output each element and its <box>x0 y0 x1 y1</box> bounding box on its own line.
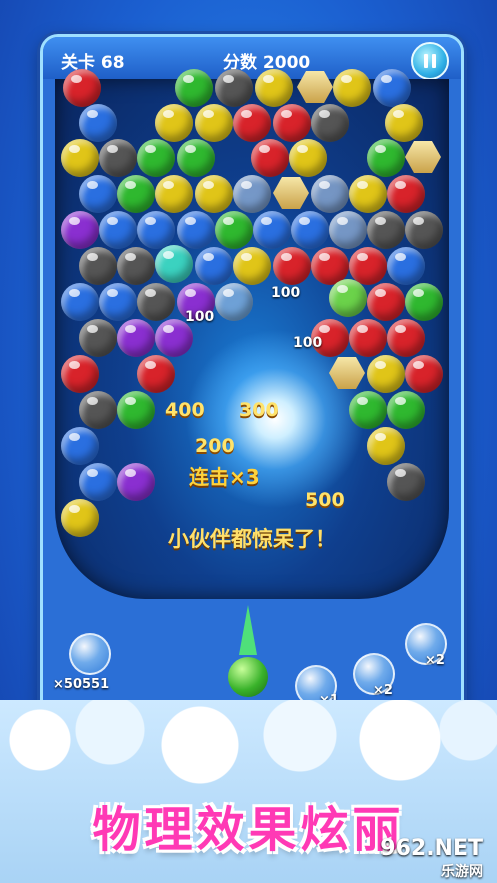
bubble-blue <box>137 211 175 249</box>
combo-label: 连击×3 <box>189 465 260 489</box>
bubble-purple <box>117 463 155 501</box>
bubble-green <box>137 139 175 177</box>
bubble-purple <box>117 319 155 357</box>
bubble-gray <box>79 247 117 285</box>
fire-count: ×2 <box>425 653 445 668</box>
bubble-gray <box>215 69 253 107</box>
bubble-blue <box>177 211 215 249</box>
bubble-gray <box>311 104 349 142</box>
rainbow-count: ×2 <box>373 683 393 698</box>
points-popup: 100 <box>271 285 301 301</box>
bubble-yellow <box>61 139 99 177</box>
bubble-red <box>63 69 101 107</box>
bubble-yellow <box>195 104 233 142</box>
gold-block <box>273 177 309 209</box>
bubble-red <box>251 139 289 177</box>
bubble-red <box>405 355 443 393</box>
bubble-blue <box>253 211 291 249</box>
bubble-green <box>215 211 253 249</box>
bubble-clear <box>215 283 253 321</box>
bubble-blue <box>79 463 117 501</box>
message-banner: 小伙伴都惊呆了！ <box>168 527 336 551</box>
watermark-bottom: 乐游网 <box>441 864 483 880</box>
bubble-gray <box>79 391 117 429</box>
bubble-blue <box>79 175 117 213</box>
bubble-gray <box>387 463 425 501</box>
monster-cyan <box>155 245 193 283</box>
bubble-blue <box>79 104 117 142</box>
shooter-bubble[interactable] <box>228 657 268 697</box>
bubble-gray <box>79 319 117 357</box>
bubble-yellow <box>195 175 233 213</box>
bubble-green <box>405 283 443 321</box>
game-board <box>55 69 449 599</box>
points-popup: 500 <box>305 489 345 511</box>
bubble-red <box>367 283 405 321</box>
bubble-gray <box>137 283 175 321</box>
game-frame: 关卡 68 分数 2000 100 100 100 400 300 200 连击… <box>40 34 464 780</box>
bubble-yellow <box>255 69 293 107</box>
bubble-yellow <box>367 427 405 465</box>
bubble-green <box>177 139 215 177</box>
level-label: 关卡 68 <box>61 53 125 73</box>
coin-count: ×50551 <box>53 677 110 692</box>
bubble-blue <box>195 247 233 285</box>
gold-block <box>405 141 441 173</box>
bubble-blue <box>387 247 425 285</box>
bubble-blue <box>61 283 99 321</box>
bubble-gray <box>117 247 155 285</box>
points-popup: 200 <box>195 435 235 457</box>
bubble-red <box>273 104 311 142</box>
bubble-gray <box>367 211 405 249</box>
bubble-red <box>233 104 271 142</box>
watermark-top: 962.NET <box>380 836 483 861</box>
bubble-yellow <box>333 69 371 107</box>
bubble-green <box>117 391 155 429</box>
bubble-red <box>387 175 425 213</box>
bubble-clear <box>311 175 349 213</box>
bubble-red <box>349 319 387 357</box>
bubble-yellow <box>349 175 387 213</box>
points-popup: 100 <box>185 309 215 325</box>
bubble-blue <box>61 427 99 465</box>
bubble-green <box>367 139 405 177</box>
aim-arrow <box>239 605 257 655</box>
bubble-yellow <box>289 139 327 177</box>
bubble-red <box>137 355 175 393</box>
bubble-blue <box>99 211 137 249</box>
bubble-green <box>175 69 213 107</box>
bubble-blue <box>373 69 411 107</box>
bubble-green <box>387 391 425 429</box>
bubble-red <box>61 355 99 393</box>
bubble-yellow <box>385 104 423 142</box>
bubble-green <box>117 175 155 213</box>
bubble-blue <box>99 283 137 321</box>
bubble-green <box>349 391 387 429</box>
bubble-yellow <box>233 247 271 285</box>
bubble-gray <box>99 139 137 177</box>
bubble-yellow <box>155 104 193 142</box>
coin-powerup[interactable] <box>69 633 111 675</box>
bubble-yellow <box>367 355 405 393</box>
bubble-yellow <box>155 175 193 213</box>
bubble-gray <box>405 211 443 249</box>
pause-button[interactable] <box>411 42 449 80</box>
monster-rainbow <box>329 279 367 317</box>
bubble-red <box>387 319 425 357</box>
points-popup: 100 <box>293 335 323 351</box>
bubble-purple <box>61 211 99 249</box>
points-popup: 300 <box>239 399 279 421</box>
bubble-red <box>273 247 311 285</box>
bubble-clear <box>329 211 367 249</box>
bubble-clear <box>233 175 271 213</box>
site-watermark: 962.NET 乐游网 <box>380 836 483 881</box>
points-popup: 400 <box>165 399 205 421</box>
bubble-blue <box>291 211 329 249</box>
